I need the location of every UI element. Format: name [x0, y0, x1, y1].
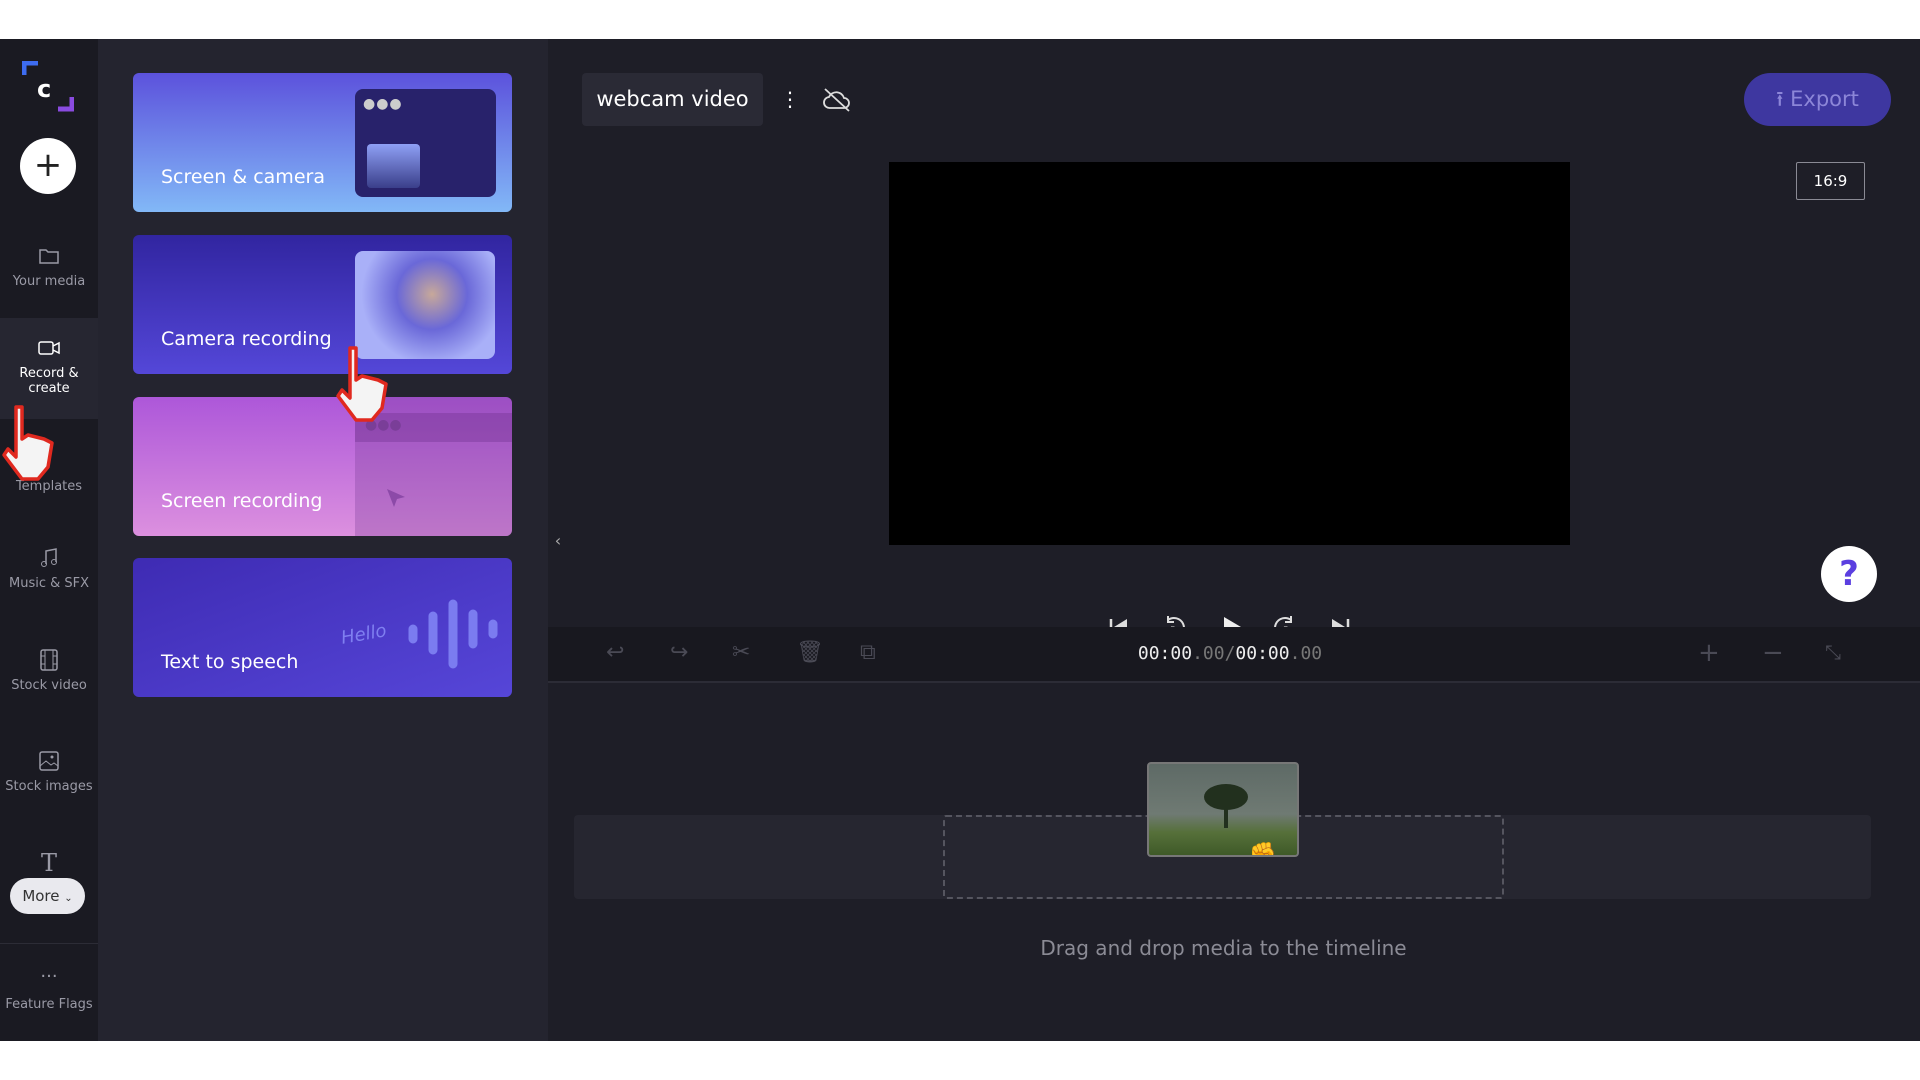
person-photo — [355, 251, 495, 359]
sidebar-item-your-media[interactable]: Your media — [0, 244, 98, 289]
soundwave-icon — [408, 599, 498, 669]
export-button[interactable]: ⭱ Export — [1744, 73, 1891, 126]
divider — [0, 943, 98, 944]
upload-icon: ⭱ — [1776, 87, 1784, 111]
clipchamp-logo: c — [22, 61, 74, 112]
folder-icon — [39, 249, 59, 264]
svg-text:c: c — [37, 75, 51, 103]
project-title-field[interactable]: webcam video — [582, 73, 763, 126]
pointer-hand-icon — [2, 405, 54, 481]
redo-icon[interactable]: ↪ — [670, 640, 700, 670]
record-create-panel: ●●● Screen & camera Camera recording ●●●… — [98, 39, 568, 1041]
app-window: c + Your media Record & create Templates… — [0, 39, 1920, 1041]
question-mark-icon: ? — [1839, 554, 1859, 594]
cursor-arrow-icon — [387, 489, 405, 507]
card-camera-recording[interactable]: Camera recording — [133, 235, 512, 374]
aspect-ratio-button[interactable]: 16:9 — [1796, 162, 1865, 200]
cloud-off-icon[interactable] — [822, 86, 852, 114]
card-text-to-speech[interactable]: Hello Text to speech — [133, 558, 512, 697]
pointer-hand-icon — [336, 346, 388, 422]
more-dots-icon: ··· — [40, 966, 58, 987]
empty-timeline-message: Drag and drop media to the timeline — [1040, 936, 1407, 960]
sidebar-item-music-sfx[interactable]: Music & SFX — [0, 546, 98, 591]
text-icon: T — [40, 849, 57, 877]
sidebar-item-text[interactable]: T — [0, 849, 98, 877]
create-new-button[interactable]: + — [20, 138, 76, 194]
duplicate-icon[interactable]: ⧉ — [860, 640, 890, 670]
card-screen-camera[interactable]: ●●● Screen & camera — [133, 73, 512, 212]
help-button[interactable]: ? — [1821, 546, 1877, 602]
chevron-down-icon: ⌄ — [64, 893, 73, 904]
collapse-panel-button[interactable]: ‹ — [548, 505, 568, 576]
zoom-in-icon[interactable]: + — [1698, 638, 1728, 668]
sidebar-item-stock-video[interactable]: Stock video — [0, 648, 98, 693]
undo-icon[interactable]: ↩ — [606, 640, 636, 670]
card-screen-recording[interactable]: ●●● Screen recording — [133, 397, 512, 536]
more-options-icon[interactable]: ⋮ — [780, 83, 800, 115]
zoom-out-icon[interactable]: − — [1762, 638, 1792, 668]
image-icon — [39, 751, 59, 771]
grab-hand-icon: ✊ — [1249, 842, 1277, 857]
trash-icon[interactable]: 🗑 — [796, 640, 826, 670]
sidebar: c + Your media Record & create Templates… — [0, 39, 98, 1041]
scissors-icon[interactable]: ✂ — [732, 640, 762, 670]
sidebar-item-feature-flags[interactable]: ··· Feature Flags — [0, 966, 98, 1013]
person-thumbnail — [367, 144, 420, 188]
time-display: 00:00.00/00:00.00 — [1137, 643, 1323, 664]
screen-preview-art: ●●● — [355, 89, 496, 197]
film-icon — [40, 649, 58, 671]
fit-timeline-icon[interactable]: ⤡ — [1825, 640, 1855, 670]
video-camera-icon — [38, 341, 60, 355]
sidebar-item-stock-images[interactable]: Stock images — [0, 749, 98, 794]
video-preview — [889, 162, 1570, 545]
music-note-icon — [41, 548, 57, 567]
dragged-media-thumbnail[interactable]: ✊ — [1147, 762, 1299, 857]
more-button[interactable]: More ⌄ — [10, 878, 85, 914]
